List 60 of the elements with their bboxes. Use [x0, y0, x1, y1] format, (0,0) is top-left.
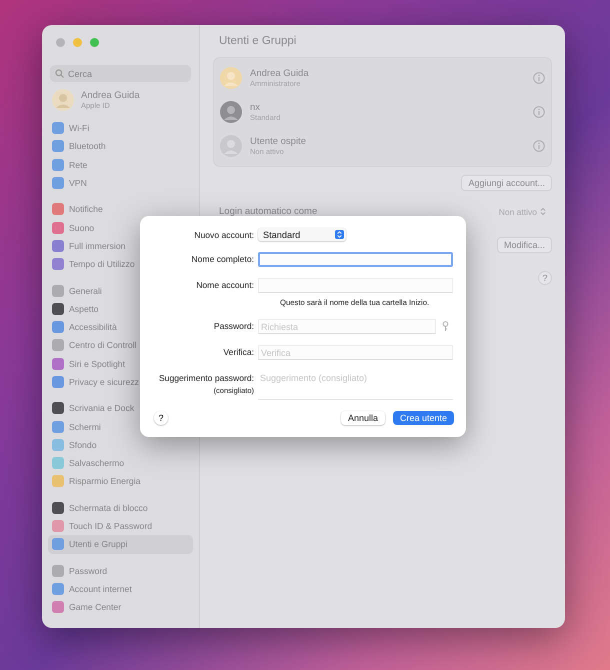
zoom-button[interactable] — [90, 38, 99, 47]
sidebar-item[interactable]: VPN — [48, 174, 91, 192]
password-field[interactable]: Richiesta — [258, 319, 436, 334]
stepper-icon — [540, 207, 546, 216]
field-label: Password: — [212, 321, 254, 331]
sidebar-item[interactable]: Schermi — [48, 417, 105, 436]
close-button[interactable] — [56, 38, 65, 47]
avatar-icon — [52, 89, 74, 111]
profile-name: Andrea Guida — [81, 90, 140, 101]
user-name: Utente ospite — [250, 136, 307, 147]
sidebar-item[interactable]: Sfondo — [48, 436, 101, 454]
search-icon — [55, 69, 64, 78]
sidebar-item[interactable]: Schermata di blocco — [48, 498, 152, 517]
sidebar-item[interactable]: Accessibilità — [48, 318, 121, 336]
window-title: Utenti e Gruppi — [219, 35, 298, 47]
user-name: Andrea Guida — [250, 68, 310, 79]
search-field[interactable]: Cerca — [50, 65, 191, 82]
sidebar-item[interactable]: Risparmio Energia — [48, 472, 144, 491]
field-label: Nuovo account: — [193, 230, 254, 240]
field-label: Nome account: — [195, 280, 254, 290]
sidebar-item[interactable]: Salvaschermo — [48, 454, 128, 472]
sidebar-item[interactable]: Account internet — [48, 580, 136, 598]
sidebar-item[interactable]: Aspetto — [48, 300, 102, 318]
sidebar-item[interactable]: Scrivania e Dock — [48, 399, 138, 418]
edit-button[interactable]: Modifica... — [496, 237, 552, 253]
sidebar-item[interactable]: Suono — [48, 218, 98, 237]
create-user-button[interactable]: Crea utente — [392, 411, 454, 425]
account-type-popup[interactable]: Standard — [258, 228, 346, 241]
sidebar-item[interactable]: Tempo di Utilizzo — [48, 255, 139, 274]
sidebar-item[interactable]: Generali — [48, 281, 106, 300]
add-account-button[interactable]: Aggiungi account... — [461, 175, 552, 191]
input-field[interactable] — [258, 252, 453, 267]
sidebar-item[interactable]: Wi-Fi — [48, 119, 94, 138]
info-icon[interactable] — [533, 106, 545, 118]
info-icon[interactable] — [533, 72, 545, 84]
sidebar-item[interactable]: Touch ID & Password — [48, 516, 156, 536]
help-button[interactable]: ? — [154, 411, 168, 425]
auto-login-popup[interactable]: Non attivo — [498, 206, 546, 216]
sidebar-item[interactable]: Centro di Controll — [48, 336, 141, 355]
sidebar-item[interactable]: Utenti e Gruppi — [48, 535, 193, 554]
sidebar-item[interactable]: Notifiche — [48, 200, 107, 218]
sidebar-item[interactable]: Rete — [48, 156, 92, 174]
cancel-button[interactable]: Annulla — [340, 411, 385, 425]
info-icon[interactable] — [533, 140, 545, 152]
search-input[interactable]: Cerca — [68, 66, 186, 81]
sidebar-item[interactable]: Bluetooth — [48, 137, 110, 156]
field-label: Suggerimento password: — [158, 373, 254, 383]
sidebar-item[interactable]: Privacy e sicurezz — [48, 372, 144, 392]
field-label: Nome completo: — [190, 254, 254, 264]
sidebar-item[interactable]: Game Center — [48, 598, 126, 616]
sidebar-item[interactable]: Siri e Spotlight — [48, 354, 130, 373]
user-name: nx — [250, 102, 262, 113]
sidebar-item[interactable]: Full immersion — [48, 236, 130, 256]
field-label: Verifica: — [222, 347, 254, 357]
sidebar-item[interactable]: Password — [48, 562, 112, 580]
auto-login-label: Login automatico come — [219, 206, 318, 217]
stepper-icon — [335, 230, 344, 239]
minimize-button[interactable] — [73, 38, 82, 47]
key-icon[interactable] — [442, 321, 449, 332]
help-button[interactable]: ? — [538, 271, 552, 285]
